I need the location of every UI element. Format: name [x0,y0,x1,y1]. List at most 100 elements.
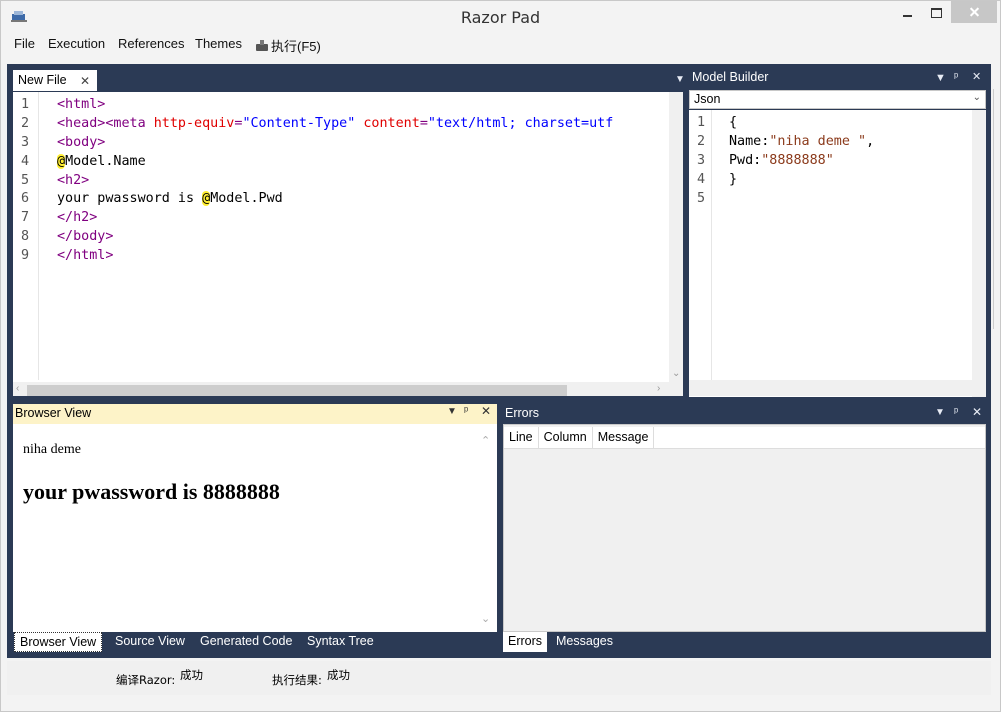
scroll-right-icon[interactable]: › [657,383,660,394]
column-column[interactable]: Column [539,427,593,449]
code-line-content: </h2> [57,209,97,228]
json-horizontal-scrollbar[interactable] [689,380,986,396]
pin-icon[interactable]: ᵖ [954,406,958,418]
code-line-content: </body> [57,228,113,247]
code-line-content: <head><meta http-equiv = "Content-Type" co… [57,115,613,134]
chevron-down-icon: ⌄ [972,92,981,103]
tab-list-icon[interactable]: ▼ [675,74,685,85]
code-line-content: your pwassword is @Model.Pwd [57,190,283,209]
line-number: 3 [697,152,706,168]
pin-icon[interactable]: ᵖ [954,71,958,83]
dock-area: New File ✕ ▼ 1 <html> 2 <head><meta http-eq… [7,64,991,658]
code-line-content: @Model.Name [57,153,146,172]
token: </html> [57,248,114,264]
token: , [866,133,875,149]
errors-grid[interactable]: Line Column Message [503,424,986,632]
line-number: 5 [697,190,706,206]
line-number: 4 [21,153,30,169]
errors-title-label: Errors [505,406,540,420]
browser-view: niha deme your pwassword is 8888888 ⌃ ⌄ [13,424,497,632]
menu-references[interactable]: References [118,36,184,51]
scroll-thumb[interactable] [27,385,567,396]
token: = [419,115,428,131]
panel-menu-icon[interactable]: ▼ [447,406,457,417]
tab-source-view[interactable]: Source View [110,632,190,652]
token: </h2> [57,210,98,226]
close-window-button[interactable] [951,1,997,23]
format-select[interactable]: Json ⌄ [689,90,986,109]
browser-tabs: Browser View Source View Generated Code … [13,632,497,654]
rendered-name: niha deme [23,442,81,457]
token: <head><meta [57,115,154,131]
line-number: 4 [697,171,706,187]
run-status-label: 执行结果: [272,673,322,687]
tab-new-file[interactable]: New File ✕ [13,70,97,91]
run-status-value: 成功 [327,668,350,682]
token: <body> [57,134,106,150]
column-line[interactable]: Line [504,427,539,449]
close-panel-icon[interactable]: ✕ [481,404,491,418]
status-bar: 编译Razor: 成功 执行结果: 成功 [7,661,991,695]
token: Model.Pwd [210,191,283,207]
json-line-content: Pwd:"8888888" [729,152,834,171]
maximize-button[interactable] [923,1,949,23]
scroll-up-icon[interactable]: ⌃ [481,434,490,447]
json-vertical-scrollbar[interactable] [972,110,986,397]
token: "text/html; charset=utf [427,115,614,131]
json-gutter-line [711,110,712,395]
title-bar: Razor Pad [1,1,1000,33]
close-panel-icon[interactable]: ✕ [972,70,981,83]
minimize-button[interactable] [894,1,920,23]
token: </body> [57,229,114,245]
scroll-down-icon[interactable]: ⌄ [672,368,680,379]
line-number: 5 [21,172,30,188]
tab-browser-view[interactable]: Browser View [14,632,103,652]
line-number: 3 [21,134,30,150]
menu-run[interactable]: 执行(F5) [255,36,321,55]
scroll-left-icon[interactable]: ‹ [16,383,19,394]
window-title: Razor Pad [460,8,541,27]
token: { [729,115,738,130]
vertical-scrollbar[interactable]: ⌄ [669,92,683,382]
panel-menu-icon[interactable]: ▼ [935,407,945,418]
code-editor[interactable]: 1 <html> 2 <head><meta http-equiv = "Content-… [13,92,683,396]
menu-themes[interactable]: Themes [195,36,242,51]
token: Model.Name [65,153,146,169]
panel-menu-icon[interactable]: ▼ [935,72,946,84]
app-window: Razor Pad File Execution References Them… [0,0,1001,712]
window-edge [993,89,1001,329]
menu-file[interactable]: File [14,36,35,51]
tab-errors[interactable]: Errors [503,632,548,652]
line-number: 1 [697,115,706,130]
horizontal-scrollbar[interactable]: ‹ › [13,382,683,396]
menu-run-label: 执行(F5) [271,39,321,54]
token: your pwassword is [57,191,203,207]
rendered-heading: your pwassword is 8888888 [23,479,280,504]
tab-messages[interactable]: Messages [551,632,618,652]
compile-status-value: 成功 [180,668,203,682]
line-number: 8 [21,229,30,245]
menu-execution[interactable]: Execution [48,36,105,51]
close-tab-icon[interactable]: ✕ [80,74,90,88]
pin-icon[interactable]: ᵖ [464,405,468,417]
line-number: 2 [697,133,706,149]
tab-generated-code[interactable]: Generated Code [195,632,297,652]
errors-tabs: Errors Messages [503,632,986,654]
token: "8888888" [761,152,834,168]
errors-grid-header: Line Column Message [504,427,985,449]
scroll-down-icon[interactable]: ⌄ [481,612,490,625]
code-line-content: <body> [57,134,105,153]
json-editor[interactable]: 1 {2 Name:"niha deme ", 3 Pwd:"8888888" 4} 5 [689,110,986,397]
code-line-content: <h2> [57,172,89,191]
token: @ [57,153,66,169]
token: "Content-Type" [242,115,356,131]
json-line-content: Name:"niha deme ", [729,133,874,152]
code-line-content: </html> [57,247,113,266]
close-panel-icon[interactable]: ✕ [972,405,982,419]
tab-label: New File [18,73,67,87]
compile-status-label: 编译Razor: [116,673,176,687]
tab-syntax-tree[interactable]: Syntax Tree [302,632,379,652]
token: <html> [57,97,106,112]
json-line-content: { [729,114,737,133]
column-message[interactable]: Message [593,427,655,449]
